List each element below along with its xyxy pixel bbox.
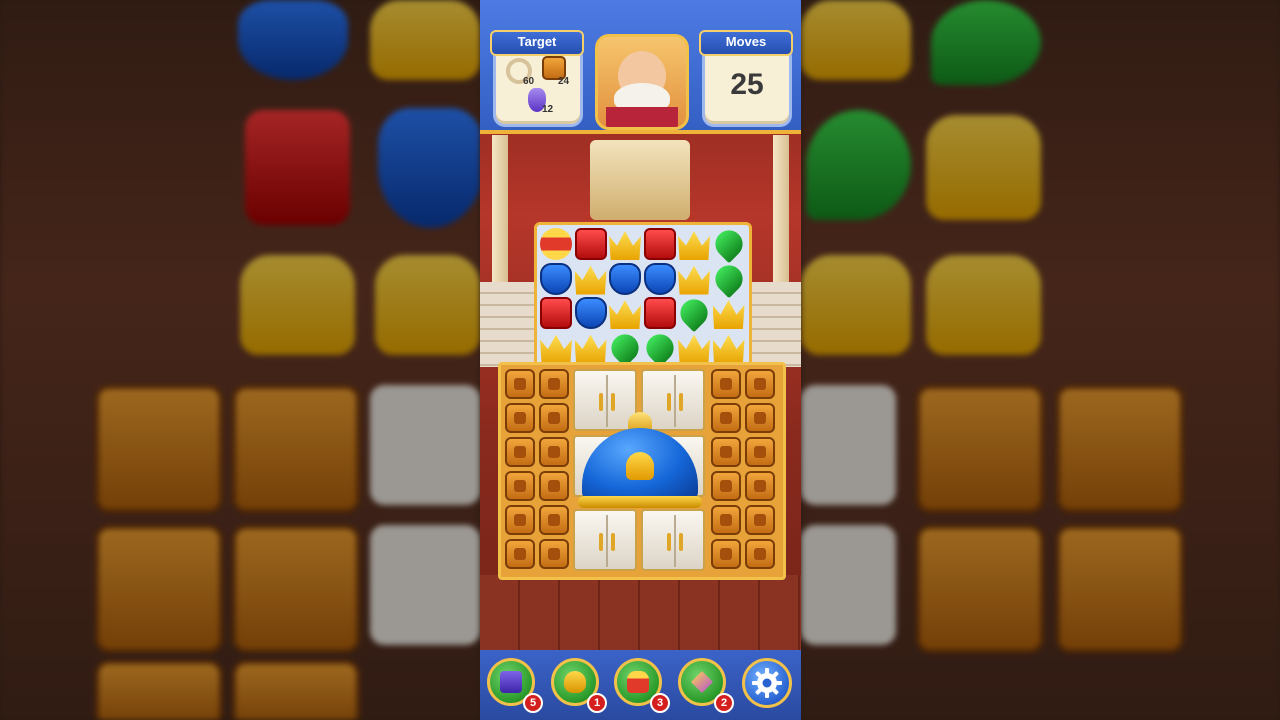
crown-gem[interactable] — [609, 231, 641, 260]
leaf-gem[interactable] — [605, 328, 645, 367]
crate-tile[interactable] — [539, 505, 569, 535]
moves-counter: 25 — [730, 68, 764, 101]
background-left — [0, 0, 480, 720]
cabinet-door-tile[interactable] — [641, 509, 705, 571]
crate-tile[interactable] — [745, 403, 775, 433]
leaf-gem[interactable] — [674, 293, 714, 333]
crate-tile[interactable] — [711, 369, 741, 399]
crate-tile[interactable] — [505, 505, 535, 535]
lantern-icon — [627, 671, 649, 693]
crown-gem[interactable] — [574, 265, 607, 295]
red-gem[interactable] — [643, 228, 676, 260]
crown-gem[interactable] — [712, 300, 745, 329]
glove-booster-count: 1 — [587, 693, 607, 713]
crate-tile[interactable] — [745, 505, 775, 535]
hammer-icon — [500, 671, 522, 693]
shield-gem[interactable] — [540, 262, 572, 295]
crate-tile[interactable] — [711, 539, 741, 569]
leaf-gem[interactable] — [709, 259, 748, 298]
hammer-booster-count: 5 — [523, 693, 543, 713]
target-panel: 60 24 12 — [493, 45, 583, 127]
crate-tile[interactable] — [539, 437, 569, 467]
pillar-left — [492, 135, 508, 290]
red-gem[interactable] — [540, 297, 572, 329]
target-count-vase: 12 — [542, 104, 554, 115]
shield-gem[interactable] — [643, 262, 676, 295]
target-count-ring: 60 — [523, 76, 535, 87]
moves-panel: 25 — [702, 45, 792, 127]
diamond-icon — [691, 671, 713, 693]
back-door — [590, 140, 690, 220]
glove-icon — [564, 671, 586, 693]
leaf-gem[interactable] — [640, 328, 679, 367]
crown-gem[interactable] — [712, 334, 745, 364]
target-count-crate: 24 — [558, 76, 570, 87]
rocket-gem[interactable] — [540, 228, 572, 260]
crown-gem[interactable] — [574, 334, 607, 364]
target-label: Target — [490, 30, 584, 56]
crate-tile[interactable] — [745, 437, 775, 467]
shield-gem[interactable] — [574, 297, 607, 329]
game-view: 60 24 12 Target 25 Moves 5 1 3 2 — [480, 0, 801, 720]
crown-gem[interactable] — [678, 231, 710, 260]
crate-tile[interactable] — [539, 403, 569, 433]
moves-label: Moves — [699, 30, 793, 56]
red-gem[interactable] — [574, 228, 607, 260]
crate-tile[interactable] — [711, 403, 741, 433]
shield-gem[interactable] — [609, 262, 641, 295]
crown-gem[interactable] — [609, 300, 641, 329]
crate-tile[interactable] — [505, 471, 535, 501]
crate-tile[interactable] — [711, 471, 741, 501]
red-gem[interactable] — [643, 297, 676, 329]
gear-icon — [752, 668, 782, 698]
leaf-gem[interactable] — [709, 224, 748, 264]
crate-tile[interactable] — [745, 539, 775, 569]
stairs-left — [480, 282, 536, 367]
crate-tile[interactable] — [711, 437, 741, 467]
king-robe — [606, 107, 678, 127]
cabinet-door-tile[interactable] — [573, 509, 637, 571]
settings-button[interactable] — [742, 658, 792, 708]
character-portrait — [595, 34, 689, 130]
background-right — [801, 0, 1280, 720]
gem-board — [534, 222, 752, 368]
bell-icon — [578, 412, 702, 510]
crate-tile[interactable] — [539, 539, 569, 569]
stairs-right — [746, 282, 801, 367]
crown-gem[interactable] — [540, 334, 572, 364]
crate-tile[interactable] — [745, 471, 775, 501]
crate-tile[interactable] — [505, 369, 535, 399]
gem-booster-count: 2 — [714, 693, 734, 713]
crate-tile[interactable] — [539, 369, 569, 399]
crate-tile[interactable] — [505, 403, 535, 433]
crate-tile[interactable] — [505, 539, 535, 569]
crown-gem[interactable] — [678, 334, 710, 364]
pillar-right — [773, 135, 789, 290]
lantern-booster-count: 3 — [650, 693, 670, 713]
crate-tile[interactable] — [505, 437, 535, 467]
crown-gem[interactable] — [678, 265, 710, 295]
crate-tile[interactable] — [711, 505, 741, 535]
crate-tile[interactable] — [539, 471, 569, 501]
crate-tile[interactable] — [745, 369, 775, 399]
